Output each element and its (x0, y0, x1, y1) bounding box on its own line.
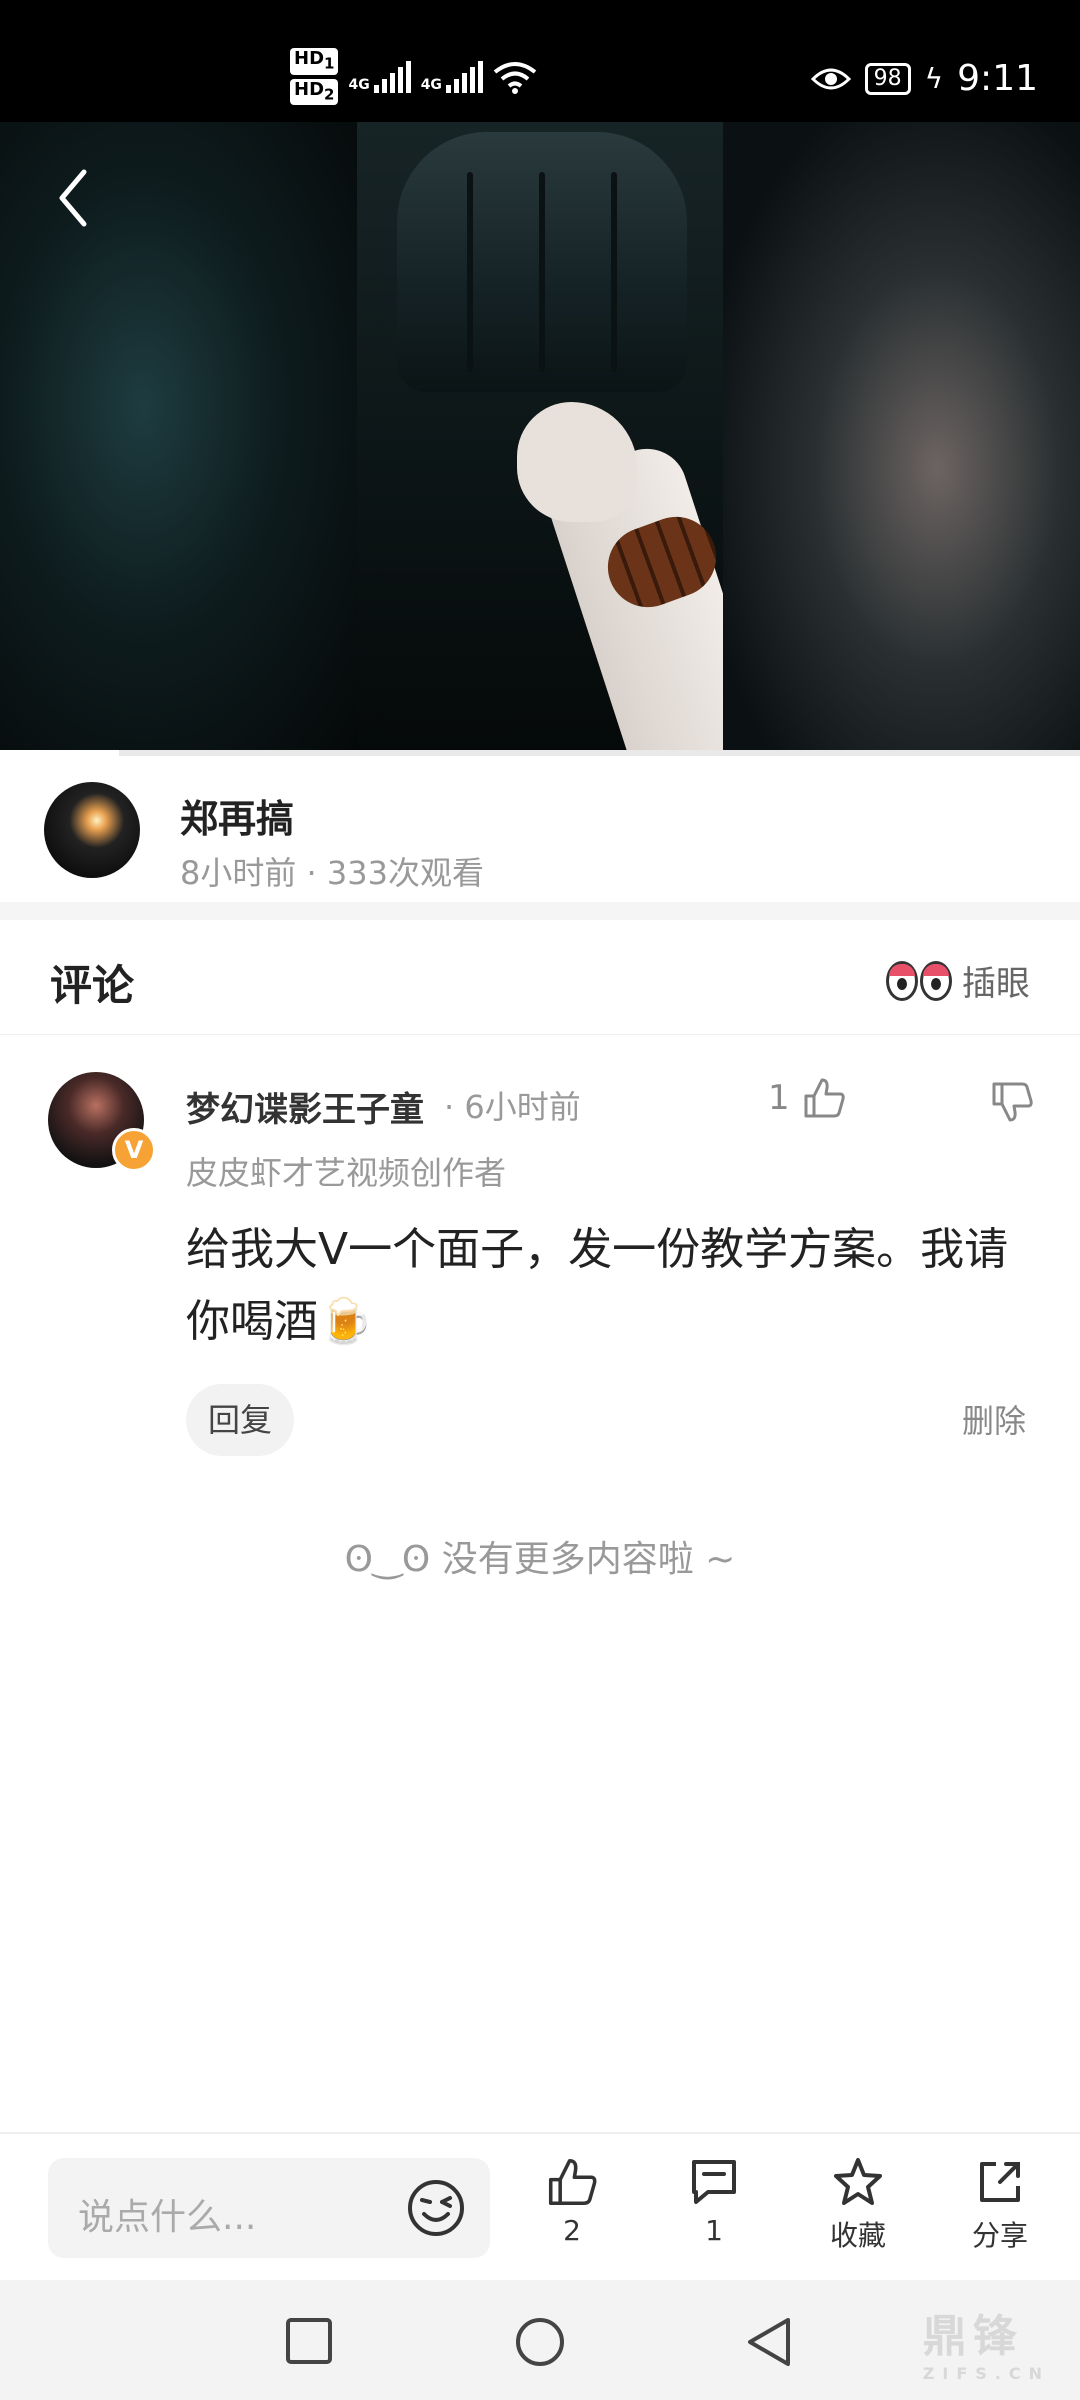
hand-shape (517, 402, 637, 522)
hd1-icon: HD1 (290, 48, 339, 75)
comments-title: 评论 (50, 961, 135, 1010)
back-nav-icon[interactable] (744, 2316, 794, 2368)
bookmark-eye-label: 插眼 (962, 964, 1030, 1004)
eye-comfort-icon (810, 68, 851, 89)
author-meta: 8小时前 · 333次观看 (180, 854, 484, 892)
eyes-icon (886, 960, 952, 1001)
network-indicators: HD1 HD2 4G 4G (290, 48, 537, 106)
hd-indicators: HD1 HD2 (290, 48, 339, 106)
thumb-up-icon (804, 1078, 845, 1118)
commenter-name[interactable]: 梦幻谍影王子童 (186, 1082, 424, 1131)
wifi-icon (493, 61, 537, 94)
seat-shape (397, 132, 687, 392)
comments-header: 评论 插眼 (0, 920, 1080, 1035)
commenter-role: 皮皮虾才艺视频创作者 (186, 1154, 507, 1192)
sleepy-face-icon: ʘ‿ʘ (344, 1539, 442, 1580)
status-bar: HD1 HD2 4G 4G 98 ϟ 9:11 (0, 0, 1080, 122)
battery-icon: 98 (864, 62, 911, 95)
share-button[interactable]: 分享 (950, 2156, 1050, 2254)
comment-time: · 6小时前 (444, 1088, 581, 1126)
reply-button[interactable]: 回复 (186, 1384, 294, 1456)
clock: 9:11 (957, 58, 1038, 99)
comment-like-count: 1 (768, 1078, 790, 1118)
comment-input[interactable]: 说点什么... (48, 2158, 490, 2258)
like-button[interactable]: 2 (522, 2156, 622, 2247)
comment-count: 1 (705, 2214, 723, 2247)
share-label: 分享 (971, 2219, 1028, 2252)
watermark-logo: 鼎锋 ZIFS.CN (922, 2311, 1050, 2383)
author-avatar[interactable] (44, 782, 140, 878)
comment-like-button[interactable]: 1 (768, 1076, 846, 1120)
author-name[interactable]: 郑再搞 (180, 788, 294, 843)
charging-icon: ϟ (924, 62, 944, 95)
emoji-icon[interactable] (406, 2178, 466, 2238)
favorite-label: 收藏 (829, 2219, 886, 2252)
comment-text: 给我大V一个面子，发一份教学方案。我请你喝酒🍺 (186, 1224, 1009, 1347)
signal-1-icon: 4G (348, 60, 411, 93)
no-more-content: ʘ‿ʘ 没有更多内容啦 ~ (0, 1530, 1080, 1582)
system-nav-bar: 鼎锋 ZIFS.CN (0, 2280, 1080, 2400)
favorite-button[interactable]: 收藏 (808, 2156, 908, 2254)
delete-button[interactable]: 删除 (962, 1396, 1026, 1442)
like-count: 2 (563, 2214, 581, 2247)
hd2-icon: HD2 (290, 78, 339, 106)
share-icon (980, 2162, 1020, 2202)
recent-apps-icon[interactable] (284, 2316, 334, 2366)
thumb-up-icon (548, 2158, 597, 2206)
status-right: 98 ϟ 9:11 (810, 58, 1038, 99)
signal-2-icon: 4G (421, 60, 483, 93)
video-player[interactable] (0, 122, 1080, 752)
bookmark-eye-button[interactable]: 插眼 (886, 956, 1030, 1005)
back-icon[interactable] (54, 168, 94, 228)
verified-badge-icon: V (112, 1128, 156, 1172)
comment-icon (692, 2160, 736, 2204)
star-icon (834, 2158, 882, 2205)
video-frame (357, 122, 775, 752)
bottom-action-bar: 说点什么... 2 1 收藏 分享 (0, 2132, 1080, 2282)
no-more-label: 没有更多内容啦 ~ (441, 1539, 736, 1580)
thumb-down-icon[interactable] (990, 1080, 1034, 1124)
author-section: 郑再搞 8小时前 · 333次观看 (0, 756, 1080, 902)
comment-button[interactable]: 1 (664, 2156, 764, 2247)
section-divider (0, 902, 1080, 920)
home-icon[interactable] (514, 2316, 566, 2368)
video-blur-right (723, 122, 1080, 752)
comment-input-placeholder: 说点什么... (78, 2197, 257, 2238)
